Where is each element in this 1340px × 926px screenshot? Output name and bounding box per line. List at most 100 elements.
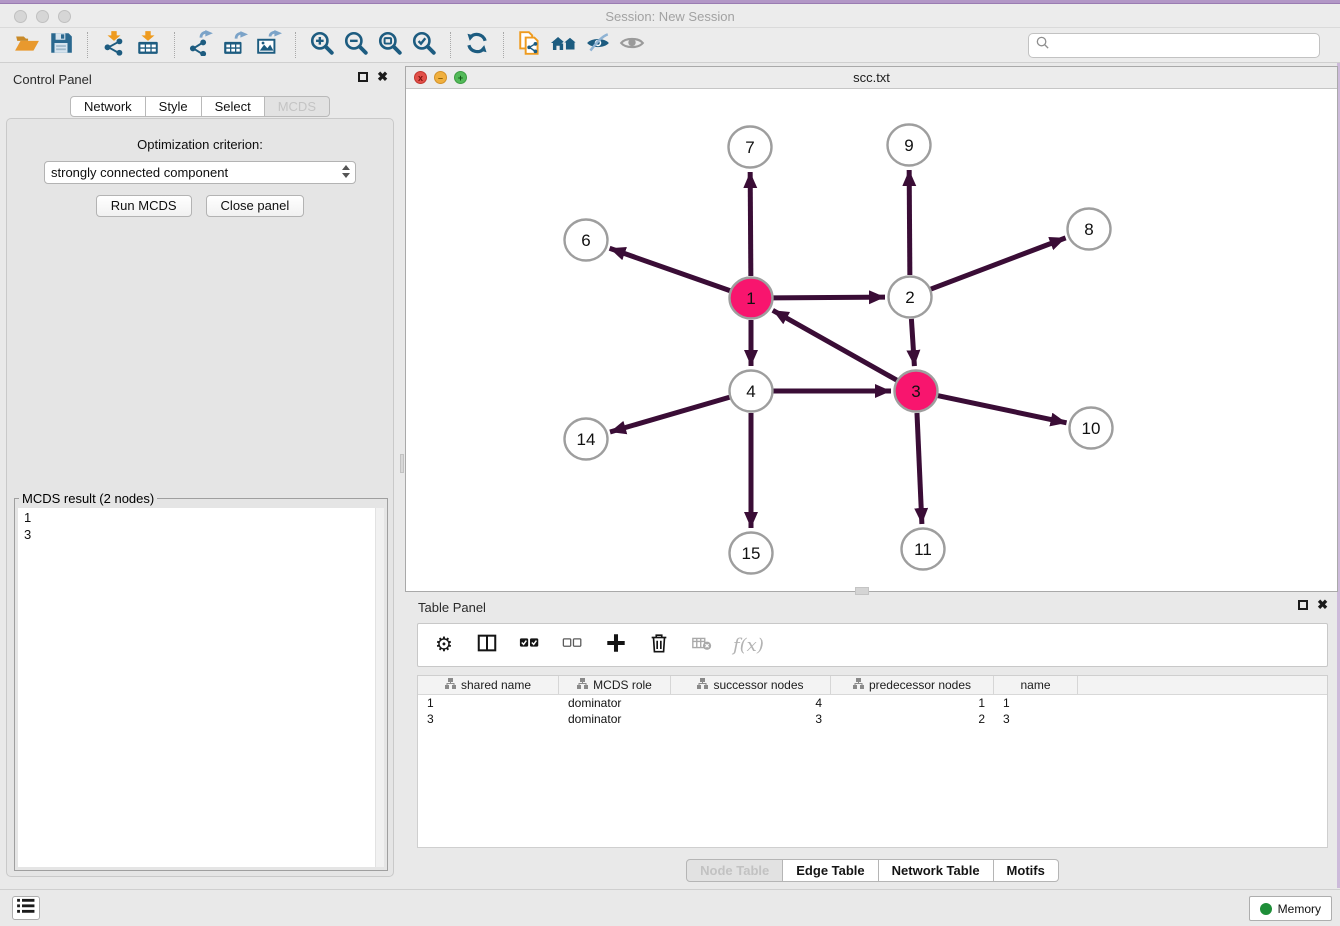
toolbar-separator [450, 32, 451, 58]
duplicate-network-icon [517, 30, 543, 61]
create-column-button[interactable] [604, 633, 628, 657]
zoom-fit-icon [377, 30, 403, 61]
export-table-icon [222, 30, 248, 61]
cell-shared-name[interactable]: 1 [418, 696, 559, 710]
column-header-name[interactable]: name [994, 676, 1078, 694]
edge-4-14[interactable] [610, 397, 730, 432]
home-button[interactable] [547, 29, 581, 61]
column-header-successor-nodes[interactable]: successor nodes [671, 676, 831, 694]
control-panel-close-icon[interactable]: ✖ [377, 72, 388, 82]
edge-3-1[interactable] [773, 310, 897, 380]
zoom-out-button[interactable] [339, 29, 373, 61]
zoom-selected-button[interactable] [407, 29, 441, 61]
memory-button[interactable]: Memory [1249, 896, 1332, 921]
tab-style[interactable]: Style [146, 96, 202, 117]
column-header-shared-name[interactable]: shared name [418, 676, 559, 694]
cell-predecessor-nodes[interactable]: 1 [831, 696, 994, 710]
export-image-button[interactable] [252, 29, 286, 61]
tab-mcds[interactable]: MCDS [265, 96, 330, 117]
cell-predecessor-nodes[interactable]: 2 [831, 712, 994, 726]
tab-motifs[interactable]: Motifs [994, 859, 1059, 882]
node-4[interactable]: 4 [730, 371, 773, 412]
toolbar-separator [87, 32, 88, 58]
optimization-criterion-select[interactable]: strongly connected component [44, 161, 356, 184]
export-network-button[interactable] [184, 29, 218, 61]
import-table-button[interactable] [131, 29, 165, 61]
refresh-button[interactable] [460, 29, 494, 61]
tab-select[interactable]: Select [202, 96, 265, 117]
mcds-result-line: 3 [24, 526, 384, 543]
cell-shared-name[interactable]: 3 [418, 712, 559, 726]
columns-icon [476, 632, 498, 659]
network-canvas[interactable]: 7 9 6 8 1 2 4 3 14 10 15 11 [406, 89, 1337, 591]
delete-column-button[interactable] [647, 633, 671, 657]
node-14[interactable]: 14 [565, 419, 608, 460]
control-panel: Control Panel ✖ NetworkStyleSelectMCDS O… [0, 63, 400, 883]
close-panel-button[interactable]: Close panel [206, 195, 305, 217]
network-view-window: x – + scc.txt 7 9 6 8 1 2 4 3 14 10 15 11 [405, 66, 1338, 592]
column-header-mcds-role[interactable]: MCDS role [559, 676, 671, 694]
node-10[interactable]: 10 [1070, 408, 1113, 449]
table-panel-float-icon[interactable] [1298, 600, 1308, 610]
tab-edge-table[interactable]: Edge Table [783, 859, 878, 882]
tab-network[interactable]: Network [70, 96, 146, 117]
table-row[interactable]: 1dominator411 [418, 695, 1327, 711]
table-toolbar: ⚙ f(x) [417, 623, 1328, 667]
node-2[interactable]: 2 [889, 277, 932, 318]
edge-2-3[interactable] [911, 319, 914, 366]
tab-node-table[interactable]: Node Table [686, 859, 783, 882]
zoom-fit-button[interactable] [373, 29, 407, 61]
control-panel-float-icon[interactable] [358, 72, 368, 82]
edge-3-11[interactable] [917, 413, 922, 524]
edge-2-9[interactable] [909, 170, 910, 275]
column-type-icon [853, 678, 864, 692]
edge-3-10[interactable] [938, 396, 1067, 423]
table-row[interactable]: 3dominator323 [418, 711, 1327, 727]
import-network-button[interactable] [97, 29, 131, 61]
run-mcds-button[interactable]: Run MCDS [96, 195, 192, 217]
cell-successor-nodes[interactable]: 4 [671, 696, 831, 710]
node-3[interactable]: 3 [895, 371, 938, 412]
select-all-button[interactable] [518, 633, 542, 657]
show-columns-button[interactable] [475, 633, 499, 657]
node-6[interactable]: 6 [565, 220, 608, 261]
node-11[interactable]: 11 [902, 529, 945, 570]
node-1[interactable]: 1 [730, 278, 773, 319]
toolbar-separator [503, 32, 504, 58]
edge-2-8[interactable] [931, 238, 1066, 289]
select-stepper-icon [342, 165, 350, 178]
task-history-button[interactable] [12, 896, 40, 920]
control-panel-title: Control Panel [13, 72, 92, 87]
cell-name[interactable]: 3 [994, 712, 1078, 726]
table-settings-button[interactable]: ⚙ [432, 633, 456, 657]
svg-text:10: 10 [1082, 419, 1101, 438]
node-9[interactable]: 9 [888, 125, 931, 166]
node-7[interactable]: 7 [729, 127, 772, 168]
hide-panels-button[interactable] [581, 29, 615, 61]
open-file-button[interactable] [10, 29, 44, 61]
zoom-in-button[interactable] [305, 29, 339, 61]
node-15[interactable]: 15 [730, 533, 773, 574]
cell-name[interactable]: 1 [994, 696, 1078, 710]
cell-mcds-role[interactable]: dominator [559, 696, 671, 710]
save-session-button[interactable] [44, 29, 78, 61]
table-panel-close-icon[interactable]: ✖ [1317, 600, 1328, 610]
unselect-all-button[interactable] [561, 633, 585, 657]
trash-icon [648, 632, 670, 659]
mcds-result-scrollbar[interactable] [375, 508, 384, 867]
search-input[interactable] [1054, 38, 1313, 53]
cell-mcds-role[interactable]: dominator [559, 712, 671, 726]
network-window-titlebar[interactable]: x – + scc.txt [406, 67, 1337, 89]
export-table-button[interactable] [218, 29, 252, 61]
edge-1-7[interactable] [750, 172, 751, 276]
cell-successor-nodes[interactable]: 3 [671, 712, 831, 726]
vertical-splitter-handle[interactable] [400, 454, 404, 473]
tab-network-table[interactable]: Network Table [879, 859, 994, 882]
duplicate-network-button[interactable] [513, 29, 547, 61]
zoom-in-icon [309, 30, 335, 61]
edge-1-2[interactable] [773, 297, 885, 298]
svg-text:9: 9 [904, 136, 913, 155]
column-header-predecessor-nodes[interactable]: predecessor nodes [831, 676, 994, 694]
node-8[interactable]: 8 [1068, 209, 1111, 250]
edge-1-6[interactable] [610, 248, 731, 290]
